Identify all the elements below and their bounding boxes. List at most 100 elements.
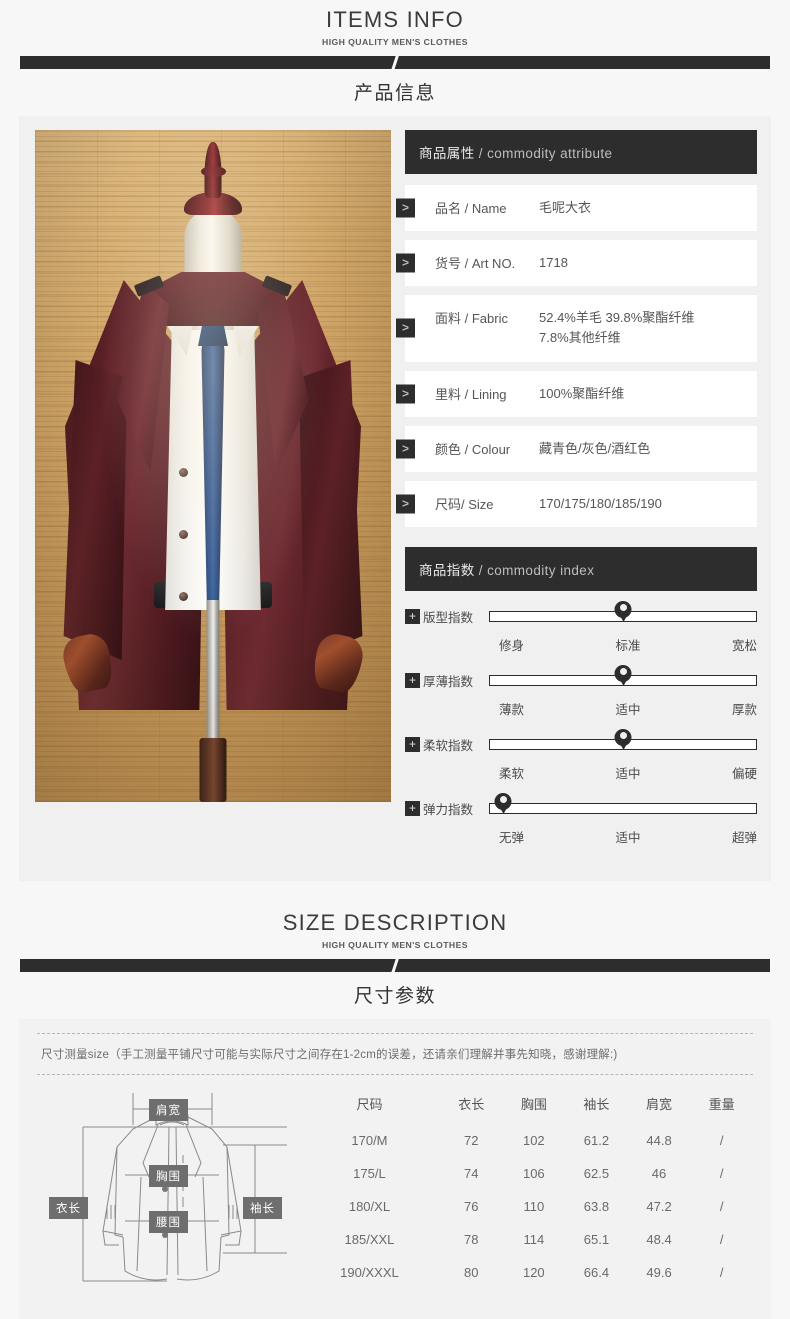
attribute-label: 里料 / Lining — [435, 386, 507, 402]
table-cell: 63.8 — [583, 1198, 610, 1214]
index-row-thickness: + 厚薄指数 薄款 适中 厚款 — [405, 664, 757, 718]
table-cell: 47.2 — [646, 1198, 672, 1214]
index-slider-pin[interactable] — [614, 600, 632, 622]
attribute-value: 52.4%羊毛 39.8%聚酯纤维 7.8%其他纤维 — [539, 310, 695, 346]
table-row: 190/XXXL 80 120 66.4 49.6 / — [299, 1256, 753, 1289]
plus-icon: + — [405, 608, 420, 624]
table-cell: 74 — [463, 1165, 479, 1181]
table-cell: 110 — [523, 1198, 545, 1214]
table-cell: 48.4 — [646, 1231, 672, 1247]
table-cell: 102 — [522, 1132, 545, 1148]
chevron-right-icon: > — [396, 494, 415, 514]
size-description-divider-bar — [20, 958, 770, 972]
chevron-right-icon: > — [396, 439, 415, 459]
index-slider-track[interactable] — [489, 728, 757, 750]
product-details-column: 商品属性 / commodity attribute > 品名 / Name 毛… — [396, 130, 757, 863]
attribute-value: 藏青色/灰色/酒红色 — [539, 440, 651, 456]
index-scale-mid: 适中 — [615, 830, 641, 845]
index-scale-low: 柔软 — [499, 766, 525, 781]
attribute-row: > 品名 / Name 毛呢大衣 — [396, 185, 757, 232]
table-cell: 62.5 — [583, 1165, 610, 1181]
index-scale-high: 超弹 — [731, 830, 757, 845]
chevron-right-icon: > — [396, 384, 415, 404]
commodity-index-header: 商品指数 / commodity index — [405, 546, 757, 591]
items-info-divider-bar — [20, 56, 770, 69]
attribute-label: 品名 / Name — [435, 201, 507, 216]
commodity-attribute-list: > 品名 / Name 毛呢大衣 > 货号 / Art NO. 1718 > 面… — [396, 185, 757, 527]
plus-icon: + — [405, 800, 420, 816]
chevron-right-icon: > — [396, 253, 415, 273]
index-scale: 薄款 适中 厚款 — [489, 699, 757, 718]
attribute-row: > 货号 / Art NO. 1718 — [396, 240, 757, 287]
index-scale-low: 无弹 — [499, 830, 525, 845]
index-scale: 修身 标准 宽松 — [489, 635, 757, 654]
index-slider-pin[interactable] — [494, 792, 512, 814]
divider-slash — [389, 56, 401, 69]
table-cell: 170/M — [351, 1132, 388, 1148]
photo-vignette — [35, 130, 391, 802]
commodity-index-rows: + 版型指数 修身 标准 宽松 + 厚薄指数 薄款 适中 厚款 + 柔软指数 柔… — [405, 600, 757, 846]
attribute-value: 100%聚酯纤维 — [539, 385, 625, 401]
size-table: 尺码 衣长 胸围 袖长 肩宽 重量 170/M 72 102 61.2 44.8 — [299, 1085, 753, 1289]
index-scale-high: 厚款 — [731, 702, 757, 717]
product-info-panel: 商品属性 / commodity attribute > 品名 / Name 毛… — [19, 116, 771, 881]
size-description-cn-title: 尺寸参数 — [353, 985, 436, 1007]
attribute-value: 170/175/180/185/190 — [539, 495, 662, 511]
attribute-label: 货号 / Art NO. — [435, 256, 516, 272]
chevron-right-icon: > — [396, 318, 415, 338]
table-cell: 106 — [522, 1165, 545, 1181]
items-info-title: ITEMS INFO — [326, 7, 464, 32]
table-header-cell: 尺码 — [356, 1096, 383, 1112]
index-name: 柔软指数 — [423, 738, 474, 753]
table-cell: 72 — [463, 1132, 479, 1148]
note-divider-bottom — [37, 1073, 753, 1075]
product-photo — [35, 130, 391, 802]
table-cell: 185/XXL — [344, 1231, 395, 1247]
index-slider-track[interactable] — [489, 792, 757, 814]
diagram-label-length: 衣长 — [49, 1196, 88, 1219]
table-row: 175/L 74 106 62.5 46 / — [299, 1157, 753, 1190]
diagram-label-waist: 腰围 — [149, 1210, 188, 1233]
index-slider-pin[interactable] — [614, 664, 632, 686]
attribute-label: 面料 / Fabric — [435, 311, 508, 327]
table-cell: 61.2 — [583, 1132, 610, 1148]
divider-slash — [389, 958, 401, 972]
attribute-row: > 尺码/ Size 170/175/180/185/190 — [396, 480, 757, 527]
attribute-value: 1718 — [539, 255, 568, 271]
diagram-label-chest: 胸围 — [149, 1164, 188, 1187]
index-scale-mid: 标准 — [615, 638, 641, 653]
table-cell: 76 — [463, 1198, 479, 1214]
table-cell: 65.1 — [583, 1231, 610, 1247]
items-info-subtitle: HIGH QUALITY MEN'S CLOTHES — [322, 37, 468, 47]
index-row-elasticity: + 弹力指数 无弹 适中 超弹 — [405, 792, 757, 846]
index-scale-high: 偏硬 — [731, 766, 757, 781]
index-name: 版型指数 — [423, 610, 474, 625]
table-header-cell: 肩宽 — [646, 1096, 673, 1112]
commodity-attribute-header-sep: / — [474, 146, 488, 161]
index-slider-pin[interactable] — [614, 728, 632, 750]
table-cell: / — [719, 1231, 724, 1247]
chevron-right-icon: > — [396, 198, 415, 218]
commodity-index-header-sep: / — [474, 562, 488, 578]
garment-measure-diagram: 肩宽 胸围 腰围 衣长 袖长 — [37, 1085, 299, 1303]
diagram-label-shoulder: 肩宽 — [149, 1098, 188, 1121]
diagram-label-sleeve: 袖长 — [243, 1196, 282, 1219]
index-name: 厚薄指数 — [423, 674, 474, 689]
index-scale-mid: 适中 — [615, 702, 641, 717]
table-cell: 44.8 — [646, 1132, 672, 1148]
table-cell: 114 — [523, 1231, 545, 1247]
plus-icon: + — [405, 736, 420, 752]
size-body: 肩宽 胸围 腰围 衣长 袖长 尺码 衣长 胸围 袖长 肩宽 重量 170/M 7… — [37, 1085, 753, 1303]
commodity-index-block: 商品指数 / commodity index + 版型指数 修身 标准 宽松 +… — [405, 546, 757, 846]
table-cell: 80 — [463, 1264, 479, 1280]
table-header-cell: 袖长 — [583, 1096, 610, 1112]
index-slider-track[interactable] — [489, 664, 757, 686]
table-cell: / — [719, 1132, 724, 1148]
table-cell: 46 — [651, 1165, 667, 1181]
commodity-attribute-header-en: commodity attribute — [487, 146, 613, 161]
index-slider-track[interactable] — [489, 600, 757, 622]
attribute-row: > 面料 / Fabric 52.4%羊毛 39.8%聚酯纤维 7.8%其他纤维 — [396, 295, 757, 362]
table-row: 180/XL 76 110 63.8 47.2 / — [299, 1190, 753, 1223]
table-header-row: 尺码 衣长 胸围 袖长 肩宽 重量 — [299, 1085, 753, 1124]
index-scale: 无弹 适中 超弹 — [489, 827, 757, 846]
